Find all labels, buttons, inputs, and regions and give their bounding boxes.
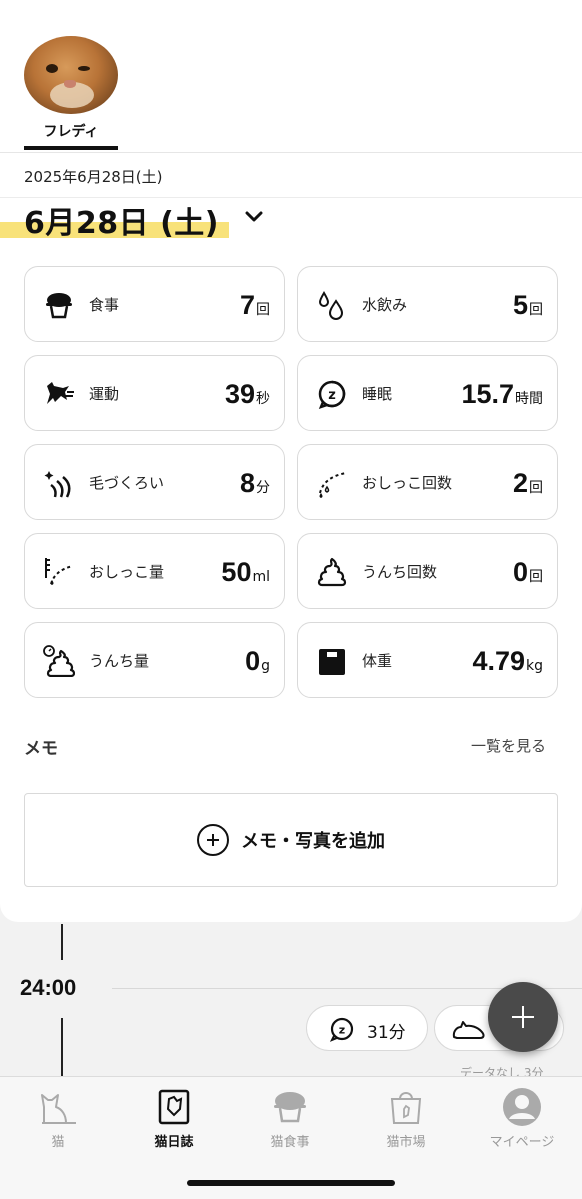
lying-cat-icon <box>452 1021 485 1039</box>
timeline-line <box>61 924 63 960</box>
poop-amount-icon <box>43 645 75 677</box>
nav-item-mypage[interactable]: マイページ <box>464 1077 580 1157</box>
timeline-line <box>61 1018 63 1078</box>
stat-card-grooming[interactable]: 毛づくろい 8分 <box>24 444 285 520</box>
cat-name: フレディ <box>43 124 99 140</box>
nav-item-food[interactable]: 猫食事 <box>232 1077 348 1157</box>
poop-count-icon <box>317 557 347 587</box>
daily-summary-panel: フレディ 2025年6月28日(土) 6月28日 (土) 食事 7回 水飲み 5… <box>0 0 582 922</box>
nav-label: 猫 <box>51 1135 65 1150</box>
stat-unit: g <box>261 658 270 674</box>
running-cat-icon <box>47 382 74 404</box>
plus-circle-icon <box>197 824 229 856</box>
stat-unit: kg <box>526 658 543 674</box>
stat-unit: 回 <box>529 480 543 496</box>
stat-card-exercise[interactable]: 運動 39秒 <box>24 355 285 431</box>
stat-card-food[interactable]: 食事 7回 <box>24 266 285 342</box>
stat-card-sleep[interactable]: z 睡眠 15.7時間 <box>297 355 558 431</box>
nav-item-market[interactable]: 猫市場 <box>348 1077 464 1157</box>
date-subtitle: 2025年6月28日(土) <box>24 168 163 186</box>
cat-food-icon <box>274 1092 306 1123</box>
sleep-icon: z <box>329 1017 354 1042</box>
stat-card-pee-amount[interactable]: おしっこ量 50ml <box>24 533 285 609</box>
nav-label: マイページ <box>489 1135 555 1150</box>
stat-value: 39 <box>224 379 255 409</box>
stat-unit: 回 <box>256 302 270 318</box>
stat-unit: 時間 <box>515 391 543 407</box>
sleep-icon: z <box>318 380 346 410</box>
stat-value: 0 <box>245 646 261 676</box>
pee-amount-icon <box>45 558 74 585</box>
stat-unit: 回 <box>529 569 543 585</box>
date-title[interactable]: 6月28日 (土) <box>24 198 219 242</box>
scale-icon <box>319 649 345 675</box>
nav-label: 猫市場 <box>386 1135 426 1150</box>
stat-value: 2 <box>512 468 528 498</box>
stat-label: 睡眠 <box>362 384 393 403</box>
stat-label: 体重 <box>362 651 393 670</box>
stat-label: うんち回数 <box>362 562 438 581</box>
stat-label: うんち量 <box>89 651 150 670</box>
stat-unit: ml <box>252 569 270 585</box>
stat-label: 水飲み <box>362 295 408 314</box>
shopping-bag-icon <box>390 1092 422 1124</box>
memo-view-all-link[interactable]: 一覧を見る <box>471 735 546 756</box>
stat-label: おしっこ回数 <box>362 473 453 492</box>
pee-count-icon <box>319 472 347 498</box>
cat-icon <box>41 1094 76 1124</box>
stat-label: おしっこ量 <box>89 562 165 581</box>
stat-card-poop-count[interactable]: うんち回数 0回 <box>297 533 558 609</box>
divider <box>0 152 582 153</box>
stat-value: 50 <box>221 557 252 587</box>
nav-item-cat[interactable]: 猫 <box>0 1077 116 1157</box>
timeline-time-label: 24:00 <box>20 975 77 1000</box>
stat-unit: 回 <box>529 302 543 318</box>
stat-value: 4.79 <box>472 646 525 676</box>
stat-label: 食事 <box>89 295 120 314</box>
water-drops-icon <box>318 291 344 320</box>
nav-item-diary[interactable]: 猫日誌 <box>116 1077 232 1157</box>
add-record-fab[interactable] <box>488 982 558 1052</box>
stat-value: 5 <box>512 290 528 320</box>
cat-tab-freddy[interactable]: フレディ <box>22 36 120 154</box>
stat-card-weight[interactable]: 体重 4.79kg <box>297 622 558 698</box>
stat-value: 0 <box>512 557 528 587</box>
diary-icon <box>158 1089 190 1125</box>
stat-label: 毛づくろい <box>89 473 165 492</box>
sleep-event-duration: 31分 <box>367 1023 406 1043</box>
stat-value: 7 <box>239 290 255 320</box>
svg-text:z: z <box>328 388 336 403</box>
stat-unit: 分 <box>256 480 270 496</box>
chevron-down-icon[interactable] <box>244 209 264 225</box>
stat-card-water[interactable]: 水飲み 5回 <box>297 266 558 342</box>
grooming-icon <box>44 471 71 498</box>
sleep-event-pill[interactable]: z 31分 <box>306 1005 428 1051</box>
nav-label: 猫日誌 <box>154 1135 194 1150</box>
stat-value: 15.7 <box>461 379 514 409</box>
stat-card-pee-count[interactable]: おしっこ回数 2回 <box>297 444 558 520</box>
stat-unit: 秒 <box>256 391 270 407</box>
svg-text:z: z <box>339 1024 345 1037</box>
add-memo-label: メモ・写真を追加 <box>241 831 385 852</box>
memo-section-title: メモ <box>24 739 58 759</box>
active-tab-indicator <box>24 146 118 150</box>
food-bowl-icon <box>46 293 72 319</box>
nav-label: 猫食事 <box>270 1135 310 1150</box>
stat-card-poop-amount[interactable]: うんち量 0g <box>24 622 285 698</box>
home-indicator <box>187 1180 395 1186</box>
stat-label: 運動 <box>89 384 120 403</box>
user-avatar-icon <box>503 1088 541 1126</box>
add-memo-button[interactable]: メモ・写真を追加 <box>24 793 558 887</box>
cat-avatar <box>24 36 118 114</box>
stat-value: 8 <box>239 468 255 498</box>
